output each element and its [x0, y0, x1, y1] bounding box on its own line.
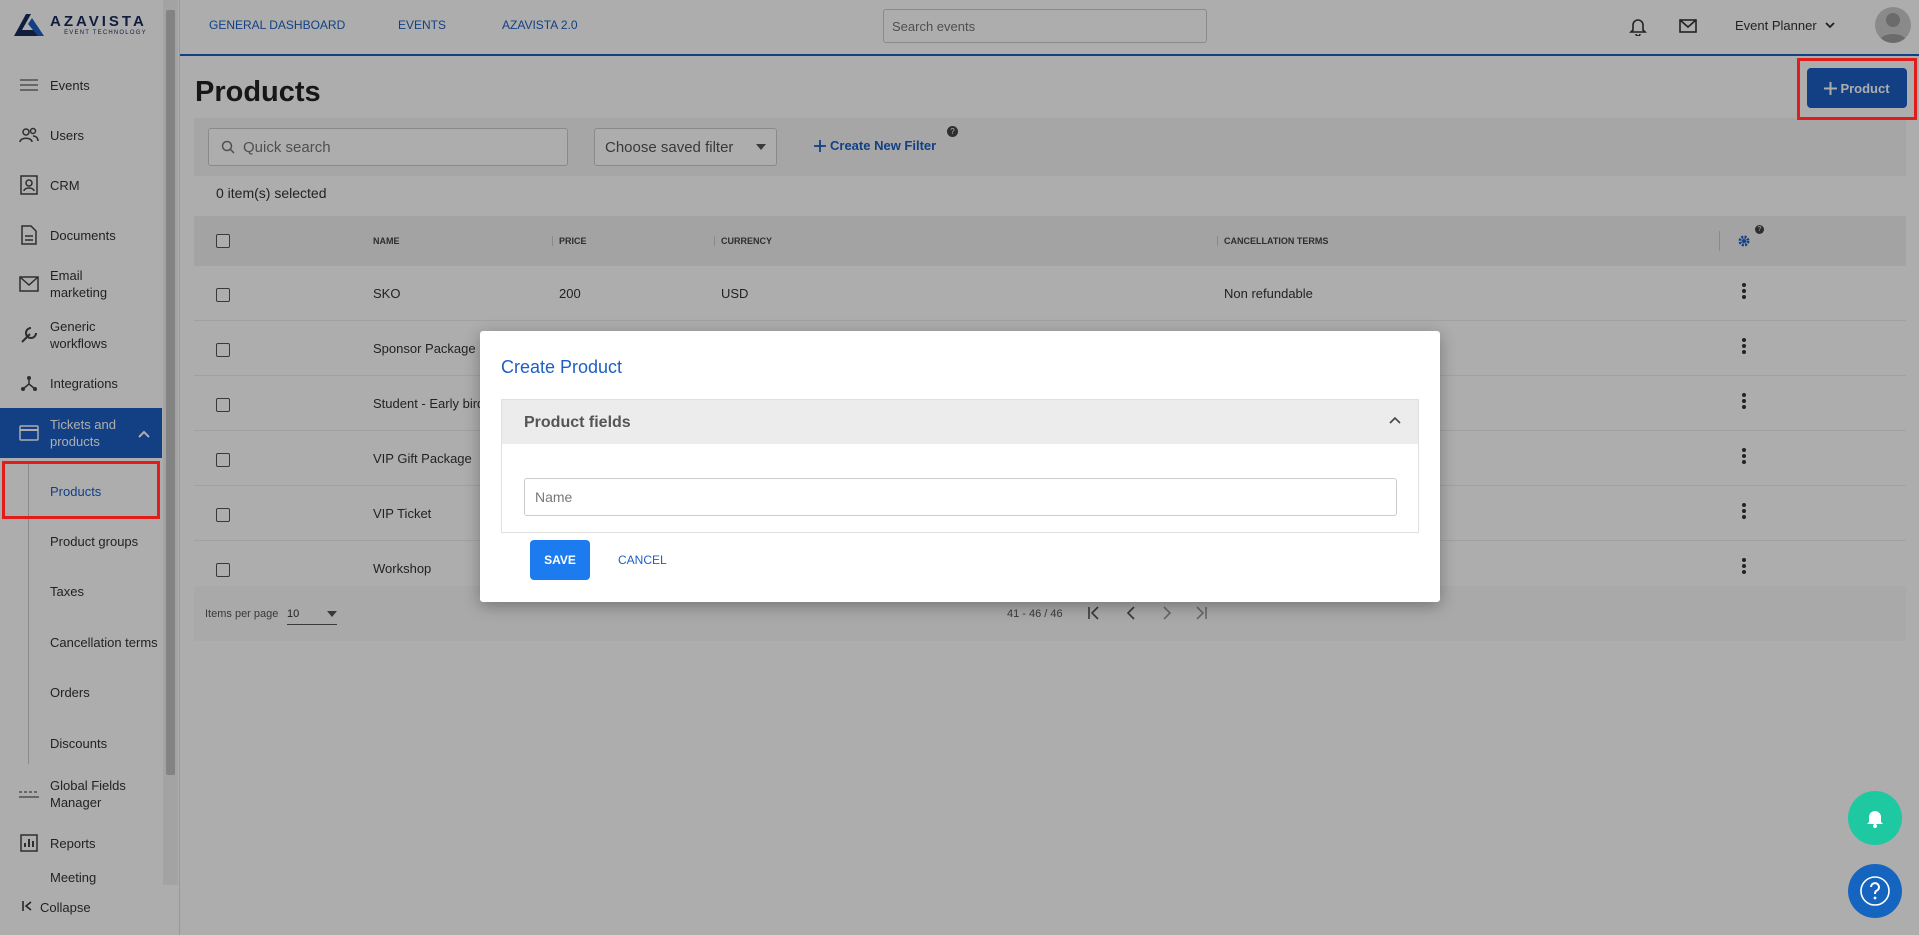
- highlight-products-menu: [2, 461, 160, 519]
- help-fab[interactable]: [1848, 864, 1902, 918]
- product-name-input[interactable]: [524, 478, 1397, 516]
- product-fields-header[interactable]: Product fields: [502, 400, 1418, 444]
- chevron-up-icon[interactable]: [1388, 414, 1402, 428]
- save-button[interactable]: SAVE: [530, 540, 590, 580]
- product-fields-panel: Product fields: [501, 399, 1419, 533]
- dialog-title: Create Product: [501, 357, 623, 377]
- highlight-add-product: [1797, 58, 1917, 120]
- panel-title: Product fields: [524, 414, 631, 431]
- help-icon: [1860, 876, 1890, 906]
- cancel-button[interactable]: CANCEL: [618, 553, 667, 567]
- bell-icon: [1867, 811, 1883, 828]
- create-product-dialog: Create Product Product fields SAVE CANCE…: [480, 331, 1440, 602]
- notifications-fab[interactable]: [1848, 791, 1902, 845]
